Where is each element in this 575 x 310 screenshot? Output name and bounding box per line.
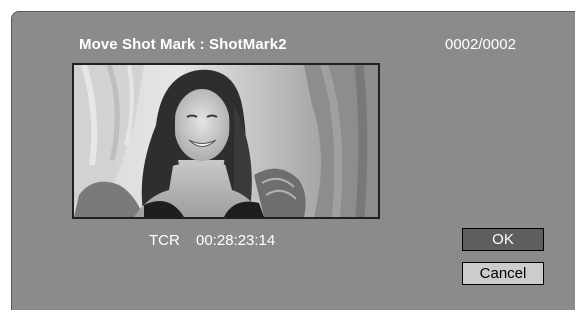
ok-button[interactable]: OK bbox=[462, 228, 544, 251]
timecode-label: TCR bbox=[149, 232, 180, 249]
thumbnail-image bbox=[74, 65, 378, 217]
shot-mark-counter: 0002/0002 bbox=[445, 36, 516, 53]
dialog-title: Move Shot Mark : ShotMark2 bbox=[79, 36, 287, 53]
timecode-value: 00:28:23:14 bbox=[196, 232, 276, 249]
timecode-readout: TCR 00:28:23:14 bbox=[149, 232, 275, 249]
move-shot-mark-dialog: Move Shot Mark : ShotMark2 0002/0002 TCR… bbox=[11, 11, 575, 310]
thumbnail-preview bbox=[72, 63, 380, 219]
cancel-button[interactable]: Cancel bbox=[462, 262, 544, 285]
